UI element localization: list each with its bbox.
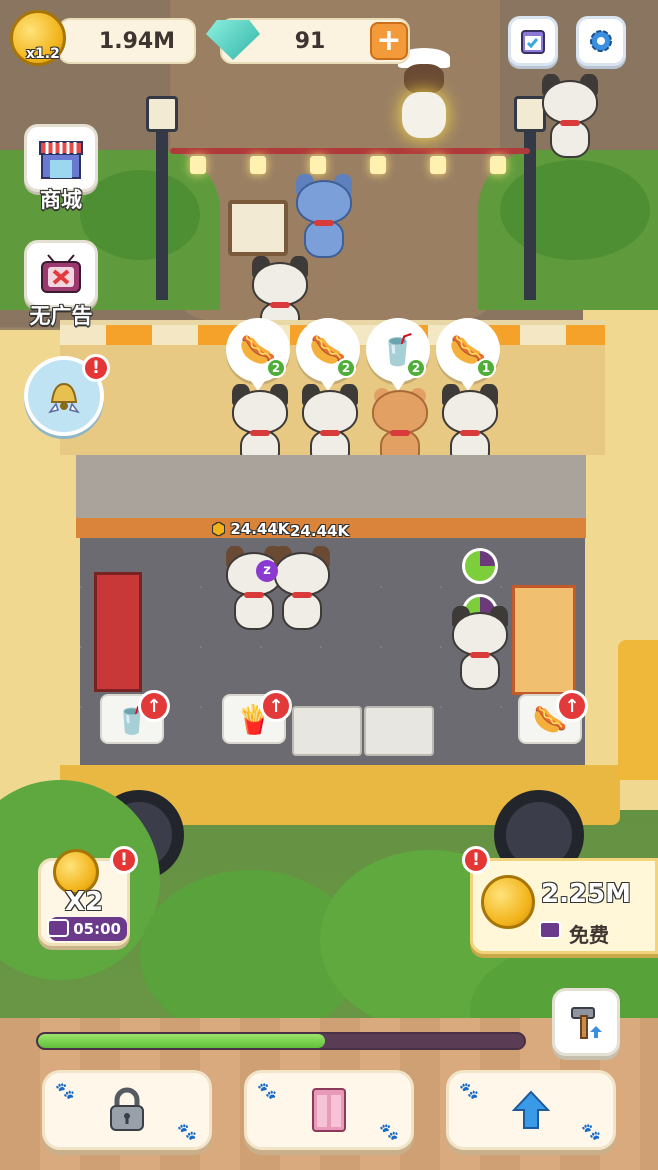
upgrade-arrow-icon[interactable]: ↑ xyxy=(556,690,588,722)
order-bubble: 🌭 2 xyxy=(226,318,290,391)
light-bulb xyxy=(250,156,266,174)
staff-worker-sleeping[interactable] xyxy=(270,546,334,632)
tab-locked[interactable]: 🐾 🐾 xyxy=(42,1070,212,1150)
menu-board xyxy=(228,200,288,256)
bell-icon xyxy=(48,382,80,414)
light-bulb xyxy=(370,156,386,174)
bush xyxy=(500,160,650,260)
paw-decoration: 🐾 xyxy=(379,1122,399,1141)
paw-decoration: 🐾 xyxy=(257,1081,277,1100)
paw-decoration: 🐾 xyxy=(459,1081,479,1100)
vip-customer[interactable] xyxy=(398,48,450,138)
light-bulb xyxy=(190,156,206,174)
arrow-up-icon xyxy=(511,1090,551,1129)
gear-icon xyxy=(590,30,612,52)
coin-multiplier: x1.2 xyxy=(26,46,60,62)
dog-customer-walking[interactable] xyxy=(538,74,602,160)
cook-timer xyxy=(462,548,498,584)
shop-icon xyxy=(39,141,83,179)
light-bulb xyxy=(490,156,506,174)
level-progress-bar xyxy=(36,1032,526,1050)
light-bulb xyxy=(430,156,446,174)
shop-button[interactable] xyxy=(24,124,98,192)
order-bubble: 🌭 2 xyxy=(296,318,360,391)
tab-rooms[interactable]: 🐾 🐾 xyxy=(244,1070,414,1150)
alert-badge: ! xyxy=(82,354,110,382)
game-scene: 🌭 2 🌭 2 🥤 2 🌭 1 ⬢ 24.44K 24.44K z 🥤 ↑ 🍟 … xyxy=(0,0,658,1170)
alert-badge: ! xyxy=(110,846,138,874)
gem-balance: 91 xyxy=(294,28,326,54)
fryer-station[interactable] xyxy=(292,706,362,756)
hammer-icon xyxy=(571,1007,602,1039)
lamp-post-right xyxy=(524,130,536,300)
upgrade-arrow-icon[interactable]: ↑ xyxy=(260,690,292,722)
video-ad-icon xyxy=(539,921,561,939)
no-ads-label: 无广告 xyxy=(29,304,93,328)
alert-badge: ! xyxy=(462,846,490,874)
lamp-post-left xyxy=(156,130,168,300)
calendar-icon xyxy=(521,30,545,54)
drink-cooler[interactable] xyxy=(94,572,142,692)
blue-cat-customer[interactable] xyxy=(292,174,356,260)
fryer-station[interactable] xyxy=(364,706,434,756)
video-ad-icon xyxy=(47,919,69,937)
string-lights xyxy=(170,148,530,154)
free-coins-offer-button[interactable]: 2.25M 免费 xyxy=(470,858,658,954)
sleep-zzz-icon: z xyxy=(256,560,278,582)
offer-free-label: 免费 xyxy=(569,923,609,947)
lamp-left xyxy=(146,96,178,132)
order-bubble: 🌭 1 xyxy=(436,318,500,391)
lock-icon xyxy=(110,1087,144,1131)
progress-fill xyxy=(38,1034,325,1048)
order-count: 2 xyxy=(406,358,426,378)
paw-decoration: 🐾 xyxy=(177,1122,197,1141)
paw-decoration: 🐾 xyxy=(55,1081,75,1100)
offer-amount: 2.25M xyxy=(541,879,632,909)
earned-coins-label: 24.44K xyxy=(290,522,350,540)
settings-button[interactable] xyxy=(576,16,626,66)
coin-icon: ⬢ xyxy=(212,520,226,538)
paw-decoration: 🐾 xyxy=(581,1122,601,1141)
earned-coins-label: ⬢ 24.44K xyxy=(212,520,290,538)
door-icon xyxy=(312,1088,346,1132)
kitchen-wall xyxy=(76,455,586,525)
boost-multiplier: X2 xyxy=(64,887,104,917)
bun-rack[interactable] xyxy=(512,585,576,695)
coin-icon xyxy=(481,875,535,929)
add-gems-button[interactable]: + xyxy=(370,22,408,60)
coin-counter: 1.94M xyxy=(58,18,196,64)
staff-worker[interactable] xyxy=(448,606,512,692)
order-count: 2 xyxy=(336,358,356,378)
truck-cab xyxy=(618,640,658,780)
order-count: 1 xyxy=(476,358,496,378)
tv-no-ads-icon xyxy=(41,254,81,293)
no-ads-button[interactable] xyxy=(24,240,98,308)
build-button[interactable] xyxy=(552,988,620,1056)
order-bubble: 🥤 2 xyxy=(366,318,430,391)
tasks-button[interactable] xyxy=(508,16,558,66)
tab-upgrades[interactable]: 🐾 🐾 xyxy=(446,1070,616,1150)
shop-label: 商城 xyxy=(40,188,82,212)
coin-balance: 1.94M xyxy=(98,28,176,54)
order-count: 2 xyxy=(266,358,286,378)
light-bulb xyxy=(310,156,326,174)
upgrade-arrow-icon[interactable]: ↑ xyxy=(138,690,170,722)
